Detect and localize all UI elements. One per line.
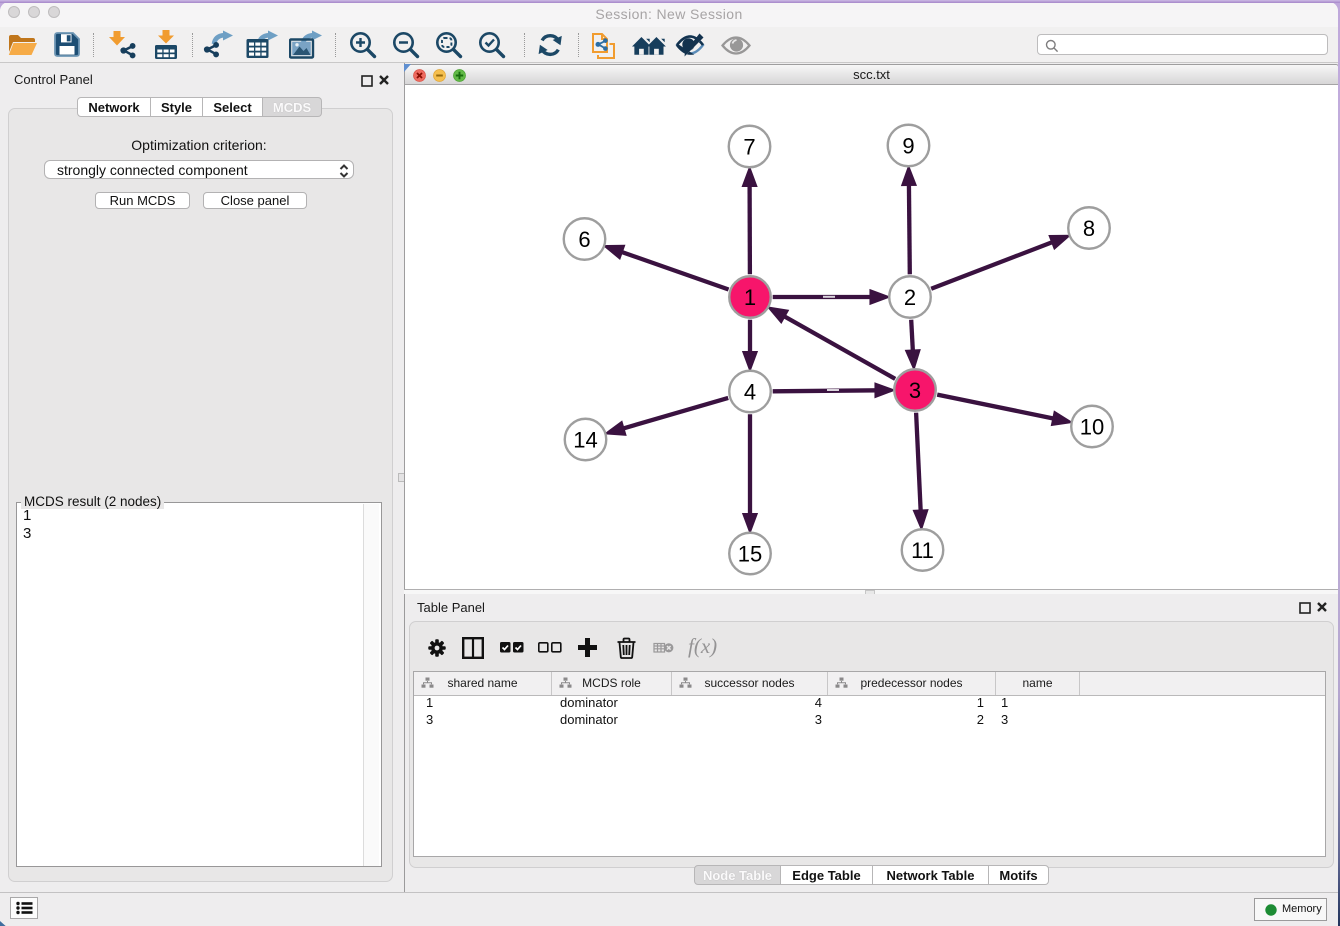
svg-text:4: 4 — [744, 380, 756, 405]
svg-text:6: 6 — [578, 227, 590, 252]
svg-text:2: 2 — [904, 285, 916, 310]
svg-text:1: 1 — [744, 285, 756, 310]
svg-text:15: 15 — [738, 542, 762, 567]
svg-text:11: 11 — [911, 538, 934, 563]
svg-text:14: 14 — [573, 428, 597, 453]
svg-text:3: 3 — [909, 378, 921, 403]
svg-text:8: 8 — [1083, 216, 1095, 241]
svg-text:7: 7 — [743, 135, 755, 160]
svg-text:9: 9 — [902, 134, 914, 159]
svg-text:10: 10 — [1080, 415, 1104, 440]
